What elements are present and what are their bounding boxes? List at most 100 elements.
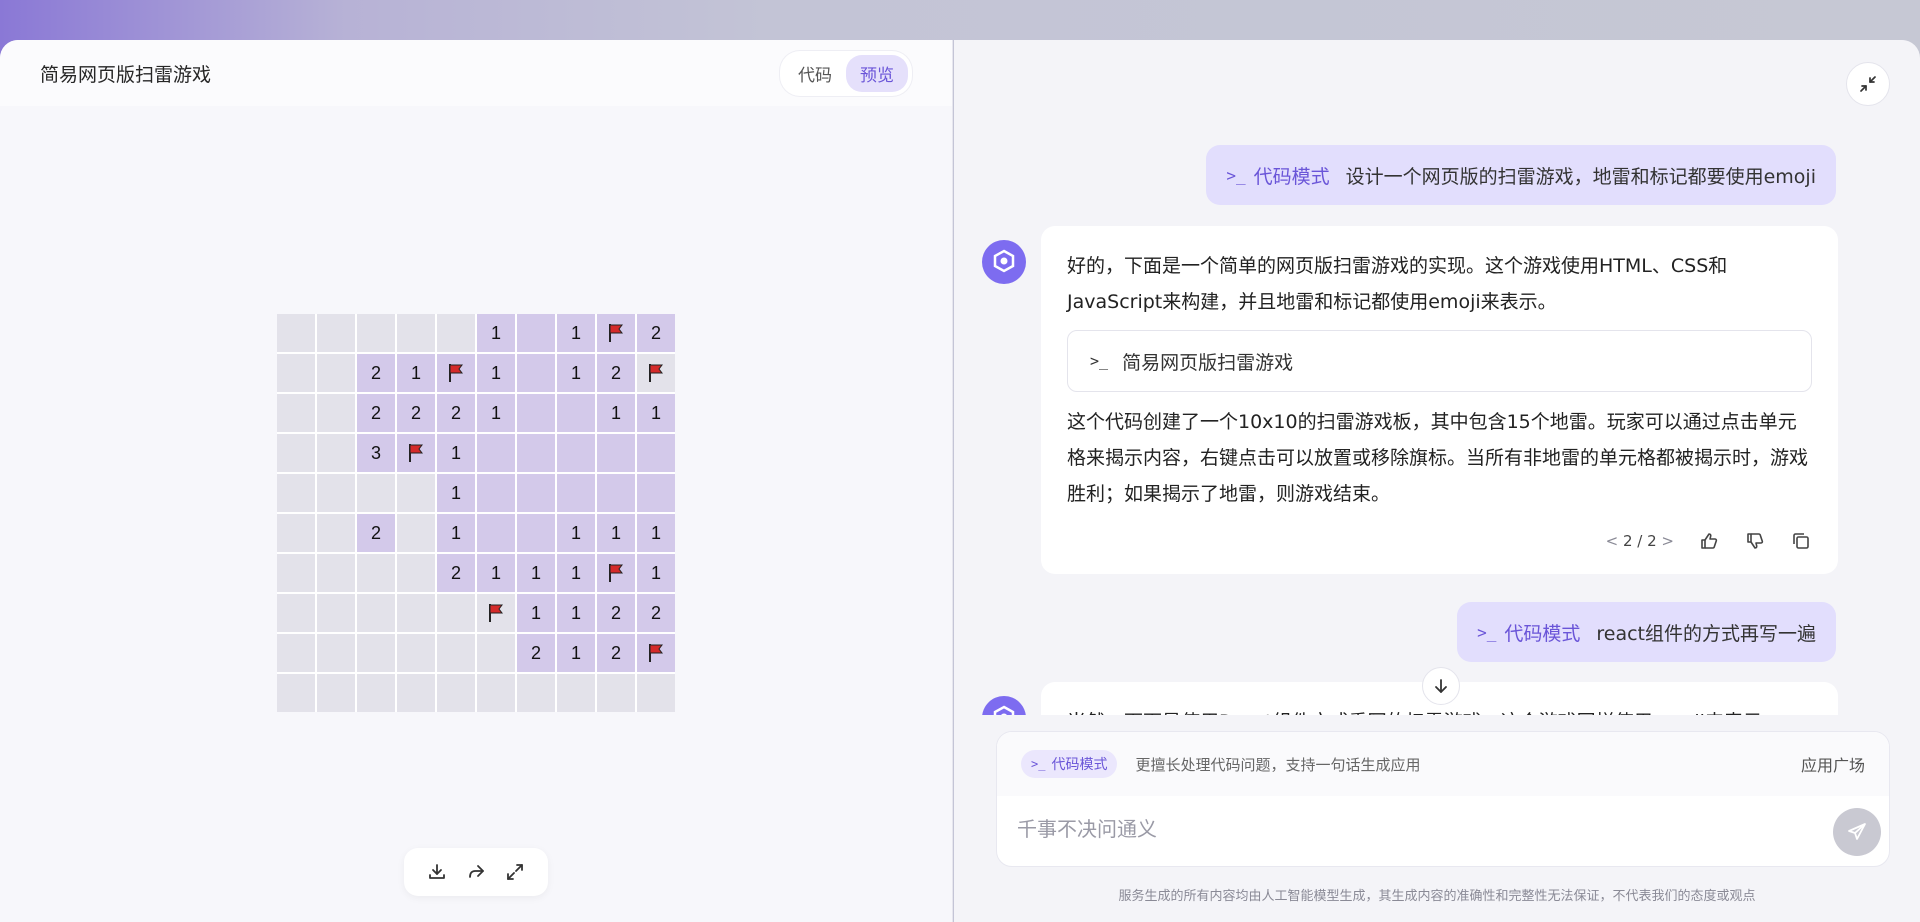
hidden-cell[interactable] bbox=[317, 554, 355, 592]
number-cell[interactable]: 2 bbox=[597, 594, 635, 632]
revealed-cell[interactable] bbox=[517, 434, 555, 472]
number-cell[interactable]: 1 bbox=[637, 554, 675, 592]
number-cell[interactable]: 2 bbox=[357, 514, 395, 552]
collapse-button[interactable] bbox=[1846, 62, 1890, 106]
number-cell[interactable]: 1 bbox=[557, 354, 595, 392]
number-cell[interactable]: 1 bbox=[397, 354, 435, 392]
hidden-cell[interactable] bbox=[317, 394, 355, 432]
number-cell[interactable]: 1 bbox=[437, 514, 475, 552]
hidden-cell[interactable] bbox=[477, 674, 515, 712]
response-pager[interactable]: < 2 / 2 > bbox=[1606, 532, 1674, 550]
number-cell[interactable]: 1 bbox=[557, 634, 595, 672]
hidden-cell[interactable] bbox=[597, 674, 635, 712]
fullscreen-icon[interactable] bbox=[504, 861, 526, 883]
revealed-cell[interactable] bbox=[517, 314, 555, 352]
hidden-cell[interactable] bbox=[277, 634, 315, 672]
hidden-cell[interactable] bbox=[437, 634, 475, 672]
thumbs-up-icon[interactable] bbox=[1698, 530, 1720, 552]
copy-icon[interactable] bbox=[1790, 530, 1812, 552]
hidden-cell[interactable] bbox=[357, 634, 395, 672]
revealed-cell[interactable] bbox=[477, 514, 515, 552]
number-cell[interactable]: 2 bbox=[517, 634, 555, 672]
hidden-cell[interactable] bbox=[397, 314, 435, 352]
hidden-cell[interactable] bbox=[277, 314, 315, 352]
number-cell[interactable]: 2 bbox=[637, 314, 675, 352]
hidden-cell[interactable] bbox=[317, 594, 355, 632]
download-icon[interactable] bbox=[426, 861, 448, 883]
hidden-cell[interactable] bbox=[397, 634, 435, 672]
number-cell[interactable]: 1 bbox=[477, 394, 515, 432]
flag-cell[interactable] bbox=[437, 354, 475, 392]
revealed-cell[interactable] bbox=[517, 354, 555, 392]
number-cell[interactable]: 1 bbox=[557, 314, 595, 352]
hidden-cell[interactable] bbox=[437, 594, 475, 632]
number-cell[interactable]: 2 bbox=[357, 394, 395, 432]
hidden-cell[interactable] bbox=[357, 314, 395, 352]
hidden-cell[interactable] bbox=[317, 674, 355, 712]
flag-cell[interactable] bbox=[637, 354, 675, 392]
number-cell[interactable]: 1 bbox=[477, 554, 515, 592]
hidden-cell[interactable] bbox=[317, 434, 355, 472]
number-cell[interactable]: 1 bbox=[477, 354, 515, 392]
number-cell[interactable]: 1 bbox=[637, 394, 675, 432]
number-cell[interactable]: 2 bbox=[437, 554, 475, 592]
revealed-cell[interactable] bbox=[597, 434, 635, 472]
tab-code[interactable]: 代码 bbox=[784, 55, 846, 92]
number-cell[interactable]: 2 bbox=[637, 594, 675, 632]
flag-cell[interactable] bbox=[597, 314, 635, 352]
hidden-cell[interactable] bbox=[397, 554, 435, 592]
tab-preview[interactable]: 预览 bbox=[846, 54, 908, 92]
revealed-cell[interactable] bbox=[597, 474, 635, 512]
number-cell[interactable]: 1 bbox=[437, 434, 475, 472]
chat-scroll-area[interactable]: >_ 代码模式 设计一个网页版的扫雷游戏，地雷和标记都要使用emoji 好的，下面… bbox=[954, 40, 1920, 715]
hidden-cell[interactable] bbox=[317, 634, 355, 672]
flag-cell[interactable] bbox=[637, 634, 675, 672]
hidden-cell[interactable] bbox=[517, 674, 555, 712]
number-cell[interactable]: 2 bbox=[397, 394, 435, 432]
hidden-cell[interactable] bbox=[277, 594, 315, 632]
revealed-cell[interactable] bbox=[637, 434, 675, 472]
share-icon[interactable] bbox=[465, 861, 487, 883]
hidden-cell[interactable] bbox=[277, 394, 315, 432]
flag-cell[interactable] bbox=[397, 434, 435, 472]
number-cell[interactable]: 1 bbox=[557, 594, 595, 632]
revealed-cell[interactable] bbox=[557, 394, 595, 432]
hidden-cell[interactable] bbox=[317, 314, 355, 352]
thumbs-down-icon[interactable] bbox=[1744, 530, 1766, 552]
number-cell[interactable]: 1 bbox=[557, 514, 595, 552]
hidden-cell[interactable] bbox=[277, 474, 315, 512]
hidden-cell[interactable] bbox=[357, 674, 395, 712]
hidden-cell[interactable] bbox=[277, 514, 315, 552]
number-cell[interactable]: 1 bbox=[597, 514, 635, 552]
hidden-cell[interactable] bbox=[317, 354, 355, 392]
code-artifact-card[interactable]: >_ 简易网页版扫雷游戏 bbox=[1067, 330, 1812, 392]
revealed-cell[interactable] bbox=[517, 394, 555, 432]
hidden-cell[interactable] bbox=[317, 514, 355, 552]
number-cell[interactable]: 1 bbox=[517, 554, 555, 592]
app-square-link[interactable]: 应用广场 bbox=[1801, 752, 1865, 776]
hidden-cell[interactable] bbox=[357, 474, 395, 512]
number-cell[interactable]: 1 bbox=[597, 394, 635, 432]
scroll-to-bottom-button[interactable] bbox=[1422, 667, 1460, 705]
revealed-cell[interactable] bbox=[557, 434, 595, 472]
revealed-cell[interactable] bbox=[477, 474, 515, 512]
hidden-cell[interactable] bbox=[317, 474, 355, 512]
number-cell[interactable]: 1 bbox=[557, 554, 595, 592]
number-cell[interactable]: 1 bbox=[637, 514, 675, 552]
hidden-cell[interactable] bbox=[277, 434, 315, 472]
hidden-cell[interactable] bbox=[437, 314, 475, 352]
hidden-cell[interactable] bbox=[397, 674, 435, 712]
revealed-cell[interactable] bbox=[637, 474, 675, 512]
hidden-cell[interactable] bbox=[397, 594, 435, 632]
number-cell[interactable]: 2 bbox=[597, 354, 635, 392]
hidden-cell[interactable] bbox=[277, 554, 315, 592]
hidden-cell[interactable] bbox=[557, 674, 595, 712]
hidden-cell[interactable] bbox=[277, 354, 315, 392]
flag-cell[interactable] bbox=[477, 594, 515, 632]
code-mode-pill[interactable]: >_ 代码模式 bbox=[1021, 750, 1118, 778]
number-cell[interactable]: 2 bbox=[357, 354, 395, 392]
number-cell[interactable]: 1 bbox=[437, 474, 475, 512]
hidden-cell[interactable] bbox=[357, 594, 395, 632]
number-cell[interactable]: 1 bbox=[477, 314, 515, 352]
hidden-cell[interactable] bbox=[277, 674, 315, 712]
